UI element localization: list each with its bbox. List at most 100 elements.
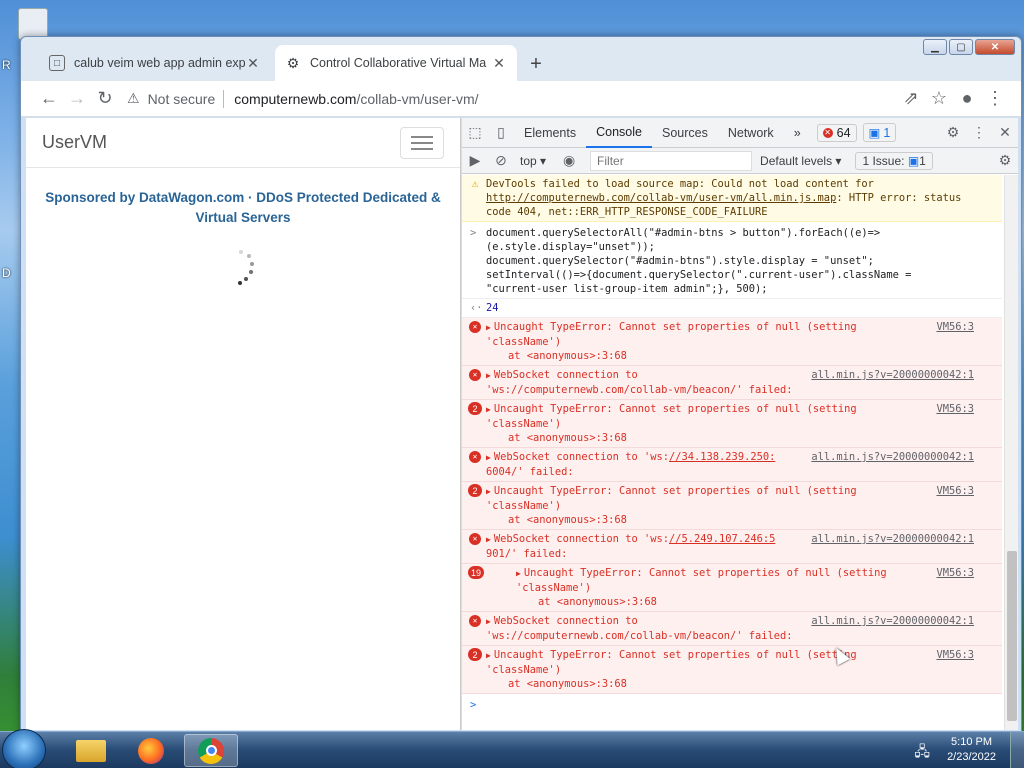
source-link[interactable]: VM56:3: [936, 566, 974, 580]
close-devtools-icon[interactable]: ✕: [992, 120, 1018, 146]
message-count-badge[interactable]: ▣ 1: [862, 123, 897, 142]
devtools-menu-icon[interactable]: ⋮: [966, 120, 992, 146]
expand-triangle-icon[interactable]: ▶: [486, 453, 491, 462]
back-button[interactable]: ←: [35, 85, 63, 113]
console-error[interactable]: 2 VM56:3 ▶ Uncaught TypeError: Cannot set …: [462, 400, 1002, 448]
console-warning: ⚠ DevTools failed to load source map: Co…: [462, 175, 1002, 222]
error-count-badge[interactable]: ✕ 64: [816, 123, 857, 142]
console-error[interactable]: ✕ all.min.js?v=20000000042:1 ▶ WebSocket c…: [462, 448, 1002, 482]
show-desktop-button[interactable]: [1010, 732, 1024, 768]
desktop-icon-label: D: [2, 266, 11, 280]
console-error[interactable]: ✕ VM56:3 ▶ Uncaught TypeError: Cannot set …: [462, 318, 1002, 366]
ws-address-link[interactable]: //5.249.107.246:5: [669, 533, 775, 545]
file-explorer-icon[interactable]: [64, 734, 118, 767]
console-filter-input[interactable]: [590, 150, 753, 171]
tab-inactive[interactable]: □ calub veim web app admin explo ✕: [39, 45, 271, 81]
expand-triangle-icon[interactable]: ▶: [486, 323, 491, 332]
stack-trace: at <anonymous>:3:68: [538, 596, 657, 608]
issues-button[interactable]: 1 Issue: ▣1: [855, 151, 933, 170]
profile-avatar-icon[interactable]: ●: [953, 85, 981, 113]
expand-triangle-icon[interactable]: ▶: [516, 569, 521, 578]
console-prompt[interactable]: >: [462, 694, 1002, 716]
input-line: document.querySelector("#admin-btns").st…: [486, 255, 874, 267]
expand-triangle-icon[interactable]: ▶: [486, 487, 491, 496]
log-levels-dropdown[interactable]: Default levels ▾: [760, 154, 841, 168]
sponsor-link[interactable]: Sponsored by DataWagon.com · DDoS Protec…: [26, 188, 460, 228]
console-scrollbar[interactable]: [1004, 175, 1018, 730]
expand-triangle-icon[interactable]: ▶: [486, 535, 491, 544]
inspect-element-icon[interactable]: ⬚: [462, 120, 488, 146]
address-bar[interactable]: ⚠ Not secure computernewb.com/collab-vm/…: [127, 85, 897, 113]
url-text[interactable]: computernewb.com/collab-vm/user-vm/: [234, 91, 478, 107]
maximize-button[interactable]: ▢: [949, 39, 973, 55]
error-icon: ✕: [469, 615, 481, 627]
console-error[interactable]: ✕ all.min.js?v=20000000042:1 ▶ WebSocket c…: [462, 366, 1002, 400]
security-label[interactable]: Not secure: [148, 91, 216, 107]
tab-console[interactable]: Console: [586, 118, 652, 148]
more-tabs-button[interactable]: »: [784, 118, 811, 148]
close-window-button[interactable]: ✕: [975, 39, 1015, 55]
device-toolbar-icon[interactable]: ▯: [488, 120, 514, 146]
tab-elements[interactable]: Elements: [514, 118, 586, 148]
system-clock[interactable]: 5:10 PM 2/23/2022: [947, 735, 996, 765]
start-button[interactable]: [2, 729, 46, 768]
new-tab-button[interactable]: +: [523, 51, 549, 77]
console-error[interactable]: 2 VM56:3 ▶ Uncaught TypeError: Cannot set …: [462, 646, 1002, 694]
source-link[interactable]: VM56:3: [936, 402, 974, 416]
levels-label: Default levels: [760, 153, 833, 168]
error-message: 'ws://computernewb.com/collab-vm/beacon/…: [486, 630, 793, 642]
source-link[interactable]: all.min.js?v=20000000042:1: [811, 368, 974, 382]
menu-kebab-icon[interactable]: ⋮: [981, 85, 1009, 113]
console-error[interactable]: ✕ all.min.js?v=20000000042:1 ▶ WebSocket c…: [462, 530, 1002, 564]
taskbar: 🖧 5:10 PM 2/23/2022: [0, 729, 1024, 768]
share-icon[interactable]: ⇗: [897, 85, 925, 113]
console-error[interactable]: 19 VM56:3 ▶ Uncaught TypeError: Cannot set…: [462, 564, 1002, 612]
forward-button[interactable]: →: [63, 85, 91, 113]
script-icon: □: [49, 55, 65, 71]
source-link[interactable]: all.min.js?v=20000000042:1: [811, 614, 974, 628]
firefox-icon[interactable]: [124, 734, 178, 767]
error-icon: ✕: [469, 369, 481, 381]
expand-triangle-icon[interactable]: ▶: [486, 405, 491, 414]
console-error[interactable]: ✕ all.min.js?v=20000000042:1 ▶ WebSocket c…: [462, 612, 1002, 646]
clear-console-icon[interactable]: ⊘: [488, 148, 514, 174]
console-output[interactable]: ⚠ DevTools failed to load source map: Co…: [462, 175, 1002, 730]
source-link[interactable]: VM56:3: [936, 648, 974, 662]
tab-active[interactable]: ⚙ Control Collaborative Virtual Ma ✕: [275, 45, 517, 81]
console-error-list: ✕ VM56:3 ▶ Uncaught TypeError: Cannot set …: [462, 318, 1002, 694]
close-tab-icon[interactable]: ✕: [491, 55, 507, 72]
url-host: computernewb.com: [234, 90, 357, 107]
input-line: "current-user list-group-item admin";}, …: [486, 283, 768, 295]
scrollbar-thumb[interactable]: [1007, 551, 1017, 721]
warning-icon: ⚠: [471, 177, 479, 190]
tab-strip: □ calub veim web app admin explo ✕ ⚙ Con…: [21, 37, 1021, 81]
reload-button[interactable]: ↻: [91, 85, 119, 113]
sidebar-toggle-icon[interactable]: ▶: [462, 148, 488, 174]
console-error[interactable]: 2 VM56:3 ▶ Uncaught TypeError: Cannot set …: [462, 482, 1002, 530]
warning-icon[interactable]: ⚠: [127, 90, 140, 107]
expand-triangle-icon[interactable]: ▶: [486, 651, 491, 660]
close-tab-icon[interactable]: ✕: [245, 55, 261, 72]
bookmark-star-icon[interactable]: ☆: [925, 85, 953, 113]
source-link[interactable]: all.min.js?v=20000000042:1: [811, 450, 974, 464]
source-link[interactable]: VM56:3: [936, 484, 974, 498]
expand-triangle-icon[interactable]: ▶: [486, 371, 491, 380]
tab-sources[interactable]: Sources: [652, 118, 718, 148]
message-count: 1: [883, 125, 891, 140]
stack-trace: at <anonymous>:3:68: [508, 350, 627, 362]
minimize-button[interactable]: ▁: [923, 39, 947, 55]
settings-gear-icon[interactable]: ⚙: [940, 120, 966, 146]
console-settings-icon[interactable]: ⚙: [992, 148, 1018, 174]
ws-address-link[interactable]: //34.138.239.250:: [669, 451, 775, 463]
network-tray-icon[interactable]: 🖧: [914, 741, 930, 765]
source-link[interactable]: all.min.js?v=20000000042:1: [811, 532, 974, 546]
site-brand[interactable]: UserVM: [42, 132, 400, 153]
hamburger-menu-button[interactable]: [400, 126, 444, 159]
source-link[interactable]: VM56:3: [936, 320, 974, 334]
chrome-icon[interactable]: [184, 734, 238, 767]
expand-triangle-icon[interactable]: ▶: [486, 617, 491, 626]
context-selector[interactable]: top ▾: [520, 154, 546, 168]
source-map-link[interactable]: http://computernewb.com/collab-vm/user-v…: [486, 192, 836, 204]
live-expression-eye-icon[interactable]: ◉: [556, 148, 582, 174]
tab-network[interactable]: Network: [718, 118, 784, 148]
